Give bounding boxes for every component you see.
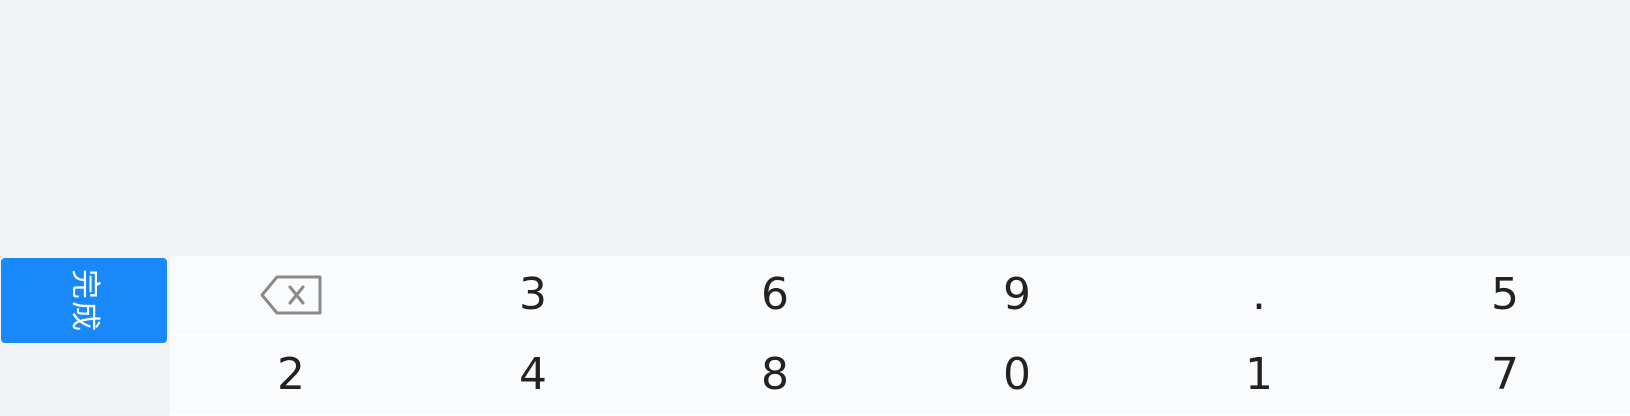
key-label: 9 [1003,269,1031,320]
key-7[interactable]: 7 [1380,336,1630,414]
key-label: 7 [1491,349,1519,400]
key-4[interactable]: 4 [412,336,654,414]
done-button[interactable]: 完成 [1,258,167,343]
input-area [0,0,1630,256]
key-label: 1 [1245,349,1273,400]
key-8[interactable]: 8 [654,336,896,414]
key-label: . [1252,269,1266,320]
key-6[interactable]: 6 [654,256,896,334]
key-5[interactable]: 5 [1380,256,1630,334]
key-label: 4 [519,349,547,400]
done-button-label: 完成 [67,268,102,333]
backspace-key[interactable] [170,256,412,334]
key-label: 3 [519,269,547,320]
key-label: 0 [1003,349,1031,400]
key-9[interactable]: 9 [896,256,1138,334]
key-1[interactable]: 1 [1138,336,1380,414]
number-keyboard: 3 6 9 . 5 2 4 8 0 1 7 [170,256,1630,416]
key-0[interactable]: 0 [896,336,1138,414]
key-label: 2 [277,349,305,400]
backspace-icon [259,275,323,315]
key-label: 8 [761,349,789,400]
key-label: 6 [761,269,789,320]
key-3[interactable]: 3 [412,256,654,334]
key-2[interactable]: 2 [170,336,412,414]
number-keyboard-screen: 完成 3 6 9 . 5 2 4 8 0 1 7 [0,0,1630,416]
key-decimal[interactable]: . [1138,256,1380,334]
key-label: 5 [1491,269,1519,320]
